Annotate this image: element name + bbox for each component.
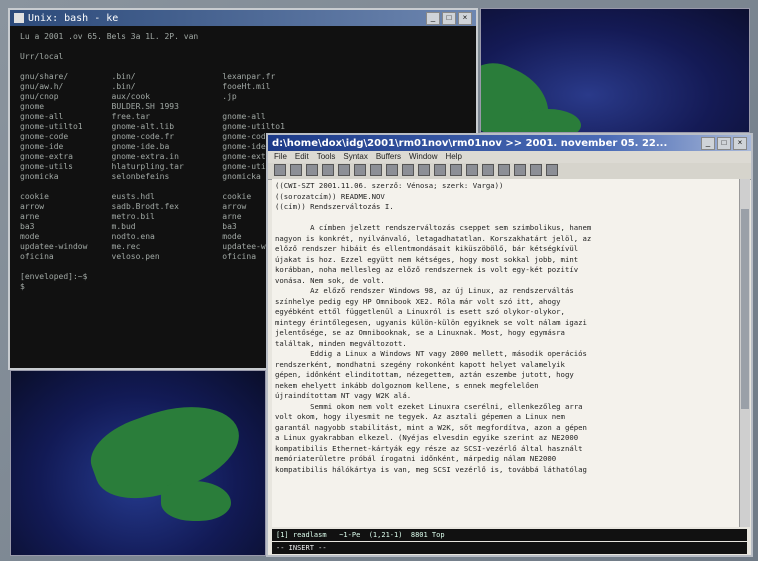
load-session-icon[interactable] — [434, 164, 446, 176]
vertical-scrollbar[interactable] — [739, 179, 750, 527]
text-line: volt okom, hogy ilyesmit ne tegyek. Az a… — [275, 412, 565, 421]
editor-title: d:\home\dox\idg\2001\rm01nov\rm01nov >> … — [272, 137, 668, 149]
open-icon[interactable] — [274, 164, 286, 176]
terminal-line: gnu/cnop aux/cook .jp — [20, 92, 237, 101]
text-line: ((cím)) Rendszerváltozás I. — [275, 202, 394, 211]
scrollbar-thumb[interactable] — [741, 209, 749, 409]
text-line: rendszerként, mondhatni szegény rokonkén… — [275, 359, 565, 369]
shell-icon[interactable] — [498, 164, 510, 176]
text-line: nekem ehelyett inkább dolgoznom kellene,… — [275, 380, 539, 390]
terminal-line: Lu a 2001 .ov 65. Bels 3a 1L. 2P. van — [20, 32, 199, 41]
menu-item-tools[interactable]: Tools — [317, 151, 336, 163]
editor-menubar: File Edit Tools Syntax Buffers Window Help — [268, 151, 751, 163]
text-line: vonása. Nem sok, de volt. — [275, 275, 385, 285]
terminal-line: gnu/share/ .bin/ lexanpar.fr — [20, 72, 276, 81]
save-session-icon[interactable] — [450, 164, 462, 176]
text-line: ((CWI-SZT 2001.11.06. szerző: Vénosa; sz… — [275, 181, 504, 190]
text-line: újraindítottam NT vagy W2K alá. — [275, 391, 412, 400]
terminal-line: gnome BULDER.SH 1993 — [20, 102, 179, 111]
text-line: a Linux gyakrabban elkezel. (Nyéjas elve… — [275, 433, 579, 442]
tag-jump-icon[interactable] — [514, 164, 526, 176]
text-line: korábban, noha mellesleg az előző rendsz… — [275, 265, 579, 274]
paste-icon[interactable] — [386, 164, 398, 176]
terminal-line: Urr/local — [20, 52, 64, 61]
maximize-icon[interactable]: □ — [717, 136, 731, 150]
text-line: Eddig a Linux a Windows NT vagy 2000 mel… — [275, 349, 587, 358]
text-line: A címben jelzett rendszerváltozás cseppe… — [275, 223, 592, 232]
menu-item-window[interactable]: Window — [409, 151, 437, 163]
save-icon[interactable] — [290, 164, 302, 176]
terminal-titlebar[interactable]: Unix: bash - ke _ □ × — [10, 10, 476, 26]
text-line: találtak, minden megváltozott. — [275, 338, 407, 348]
text-line: mintegy érintőlegesen, ugyanis külön-kül… — [275, 317, 587, 327]
help-icon[interactable] — [530, 164, 542, 176]
editor-mode-line: -- INSERT -- — [272, 542, 747, 554]
globe-view-top — [480, 8, 750, 133]
terminal-line: gnu/aw.h/ .bin/ fooeHt.mil — [20, 82, 271, 91]
copy-icon[interactable] — [370, 164, 382, 176]
editor-text-area[interactable]: ((CWI-SZT 2001.11.06. szerző: Vénosa; sz… — [272, 179, 739, 527]
close-icon[interactable]: × — [733, 136, 747, 150]
text-line — [275, 213, 736, 224]
editor-status-line: [1] readlasm ~1-Pe (1,21-1) 8801 Top — [272, 529, 747, 541]
find-icon[interactable] — [402, 164, 414, 176]
landmass-shape — [521, 109, 581, 132]
text-line: Az előző rendszer Windows 98, az új Linu… — [275, 286, 574, 295]
terminal-line: gnome-utilto1 gnome-alt.lib gnome-utilto… — [20, 122, 285, 131]
landmass-shape — [161, 481, 231, 521]
terminal-title: Unix: bash - ke — [28, 12, 119, 24]
text-line: Semmi okom nem volt ezeket Linuxra cseré… — [275, 401, 583, 411]
run-script-icon[interactable] — [466, 164, 478, 176]
editor-window[interactable]: d:\home\dox\idg\2001\rm01nov\rm01nov >> … — [266, 133, 753, 557]
cut-icon[interactable] — [354, 164, 366, 176]
globe-view-bottom — [10, 370, 266, 556]
editor-toolbar — [268, 163, 751, 180]
menu-item-syntax[interactable]: Syntax — [343, 151, 367, 163]
editor-titlebar[interactable]: d:\home\dox\idg\2001\rm01nov\rm01nov >> … — [268, 135, 751, 151]
redo-icon[interactable] — [338, 164, 350, 176]
text-line: jelentősége, se az Omnibooknak, se a Lin… — [275, 328, 565, 337]
make-icon[interactable] — [482, 164, 494, 176]
undo-icon[interactable] — [322, 164, 334, 176]
menu-item-buffers[interactable]: Buffers — [376, 151, 401, 163]
terminal-app-icon — [14, 13, 24, 23]
text-line: ((sorozatcím)) README.NOV — [275, 191, 385, 201]
menu-item-file[interactable]: File — [274, 151, 287, 163]
terminal-line: gnome-all free.tar gnome-all — [20, 112, 266, 121]
close-icon[interactable]: × — [458, 11, 472, 25]
text-line: előző rendszer hibáit és ellentmondásait… — [275, 244, 579, 253]
minimize-icon[interactable]: _ — [701, 136, 715, 150]
menu-item-help[interactable]: Help — [446, 151, 462, 163]
menu-item-edit[interactable]: Edit — [295, 151, 309, 163]
text-line: nagyon is konkrét, nyilvánvaló, letagadh… — [275, 233, 592, 243]
text-line: újakat is hoz. Ezzel együtt nem kétséges… — [275, 254, 579, 264]
text-line: garantál nagyobb stabilitást, mint a W2K… — [275, 422, 587, 432]
text-line: gépen, időnként elinditottam, nézegettem… — [275, 370, 574, 379]
text-line: egyébként ettől függetlenül a Linuxról i… — [275, 307, 565, 316]
text-line: memóriaterületre próbál írogatni időnkén… — [275, 454, 557, 463]
print-icon[interactable] — [306, 164, 318, 176]
maximize-icon[interactable]: □ — [442, 11, 456, 25]
minimize-icon[interactable]: _ — [426, 11, 440, 25]
text-line: kompatibilis hálókártya is van, meg SCSI… — [275, 464, 587, 474]
text-line: színhelye pedig egy HP Omnibook XE2. Ról… — [275, 296, 561, 306]
replace-icon[interactable] — [418, 164, 430, 176]
text-line: kompatibilis Ethernet-kártyák egy része … — [275, 443, 583, 453]
search-help-icon[interactable] — [546, 164, 558, 176]
